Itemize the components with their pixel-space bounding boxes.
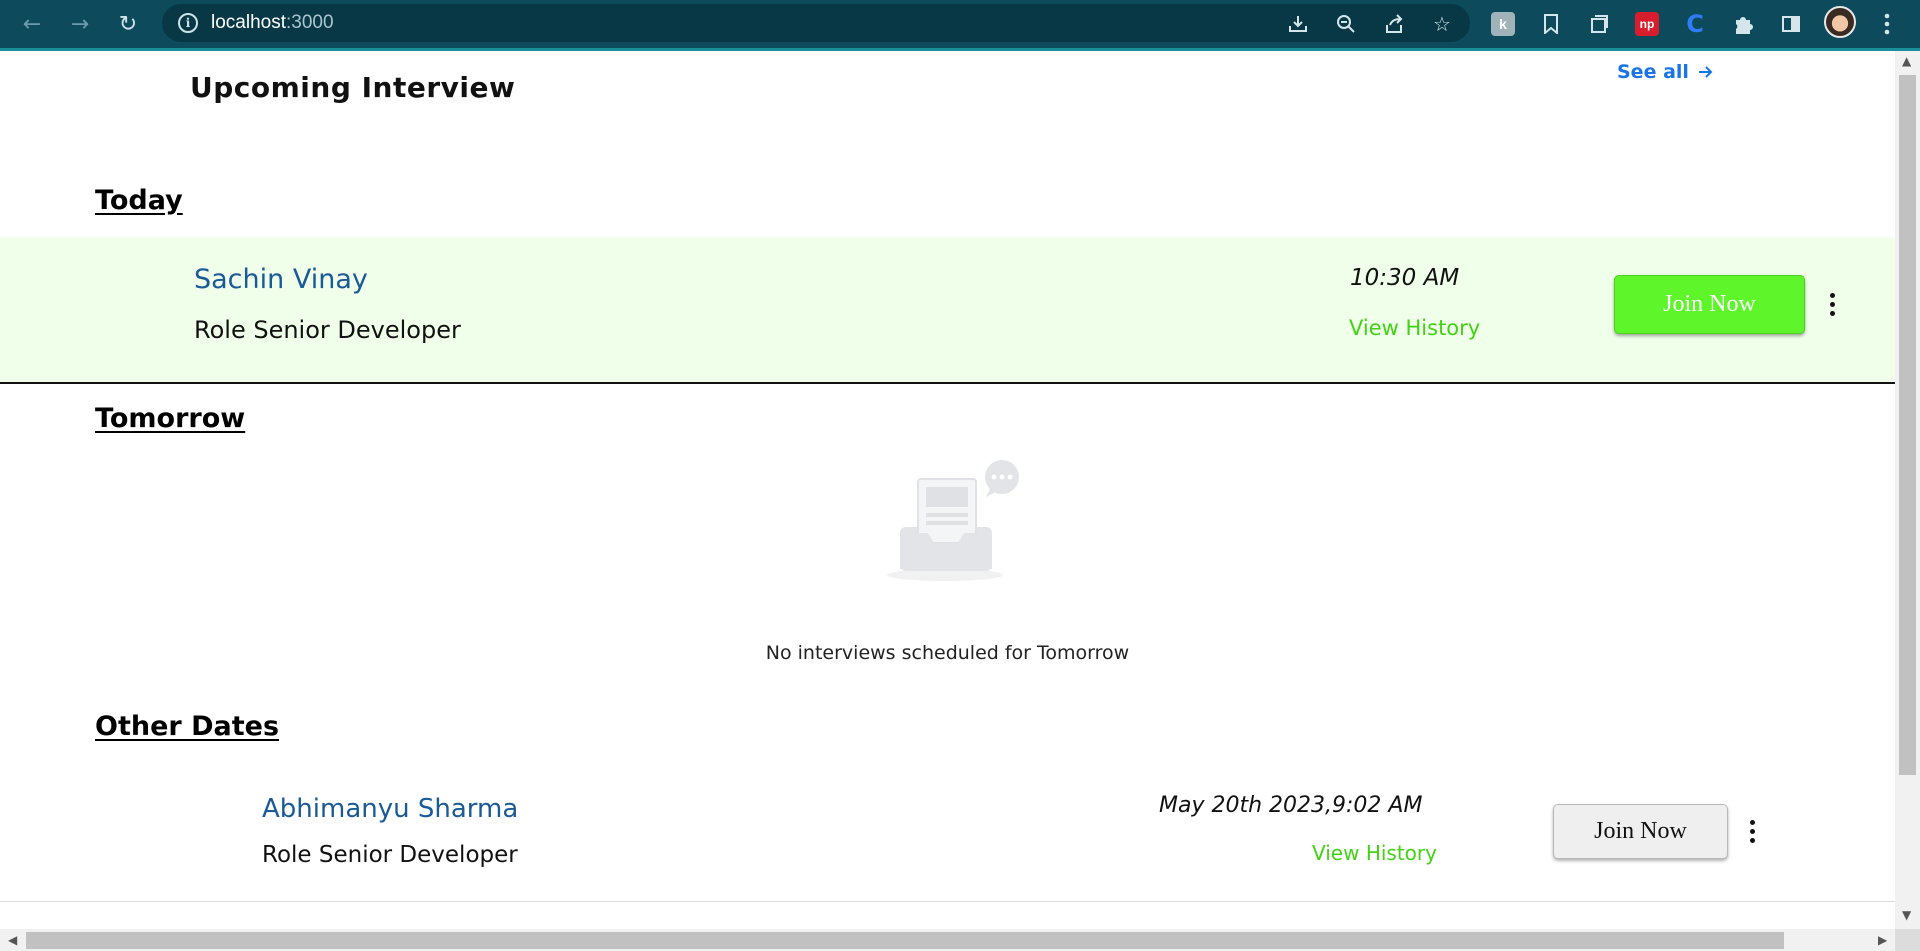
- url-host: localhost: [211, 12, 286, 33]
- bookmark-star-icon[interactable]: ☆: [1428, 10, 1456, 38]
- address-url[interactable]: localhost:3000: [211, 12, 334, 34]
- section-title-today: Today: [95, 185, 183, 216]
- back-icon[interactable]: ←: [16, 8, 48, 40]
- extension-np-icon[interactable]: np: [1632, 9, 1662, 39]
- page-content: Upcoming Interview See all Today Sachin …: [0, 51, 1895, 929]
- zoom-icon[interactable]: [1332, 10, 1360, 38]
- candidate-role: Role Senior Developer: [262, 842, 518, 868]
- interview-row-today: Sachin Vinay Role Senior Developer 10:30…: [0, 237, 1895, 384]
- candidate-role: Role Senior Developer: [194, 316, 461, 344]
- extensions-puzzle-icon[interactable]: [1728, 9, 1758, 39]
- divider: [0, 901, 1895, 902]
- join-now-button[interactable]: Join Now: [1553, 804, 1728, 859]
- horizontal-scroll-thumb[interactable]: [26, 932, 1784, 949]
- extension-stack-icon[interactable]: [1584, 9, 1614, 39]
- empty-state-message: No interviews scheduled for Tomorrow: [765, 642, 1130, 664]
- extension-c-icon[interactable]: C: [1680, 9, 1710, 39]
- install-icon[interactable]: [1284, 10, 1312, 38]
- browser-menu-icon[interactable]: [1872, 9, 1902, 39]
- forward-icon[interactable]: →: [64, 8, 96, 40]
- page-title: Upcoming Interview: [190, 71, 516, 104]
- address-bar[interactable]: i localhost:3000: [162, 4, 1470, 42]
- candidate-name[interactable]: Sachin Vinay: [194, 264, 368, 295]
- scroll-down-icon[interactable]: ▼: [1902, 908, 1911, 922]
- profile-avatar[interactable]: [1824, 6, 1856, 38]
- view-history-link[interactable]: View History: [1312, 841, 1437, 865]
- section-title-other-dates: Other Dates: [95, 711, 280, 742]
- reload-icon[interactable]: ↻: [112, 8, 144, 40]
- view-history-link[interactable]: View History: [1349, 316, 1480, 340]
- scrollbar-corner: [1895, 929, 1920, 951]
- scroll-left-icon[interactable]: ◀: [8, 933, 17, 947]
- bookmark-icon[interactable]: [1536, 9, 1566, 39]
- extension-k-icon[interactable]: k: [1488, 9, 1518, 39]
- candidate-name[interactable]: Abhimanyu Sharma: [262, 794, 518, 824]
- more-options-icon[interactable]: [1822, 289, 1842, 319]
- site-info-icon[interactable]: i: [178, 13, 198, 33]
- join-now-button[interactable]: Join Now: [1614, 275, 1805, 334]
- scroll-right-icon[interactable]: ▶: [1878, 933, 1887, 947]
- interview-time: May 20th 2023,9:02 AM: [1159, 793, 1423, 818]
- more-options-icon[interactable]: [1742, 816, 1762, 846]
- section-title-tomorrow: Tomorrow: [95, 403, 246, 434]
- empty-inbox-icon: [887, 460, 1019, 581]
- vertical-scroll-thumb[interactable]: [1899, 75, 1916, 775]
- browser-toolbar: ← → ↻ i localhost:3000 ☆ k np C: [0, 0, 1920, 50]
- side-panel-icon[interactable]: [1776, 9, 1806, 39]
- scroll-up-icon[interactable]: ▲: [1902, 54, 1911, 68]
- interview-time: 10:30 AM: [1350, 265, 1460, 291]
- see-all-label: See all: [1617, 61, 1689, 83]
- see-all-link[interactable]: See all: [1617, 61, 1713, 83]
- url-port: :3000: [286, 12, 334, 33]
- arrow-right-icon: [1698, 66, 1713, 78]
- share-icon[interactable]: [1380, 10, 1408, 38]
